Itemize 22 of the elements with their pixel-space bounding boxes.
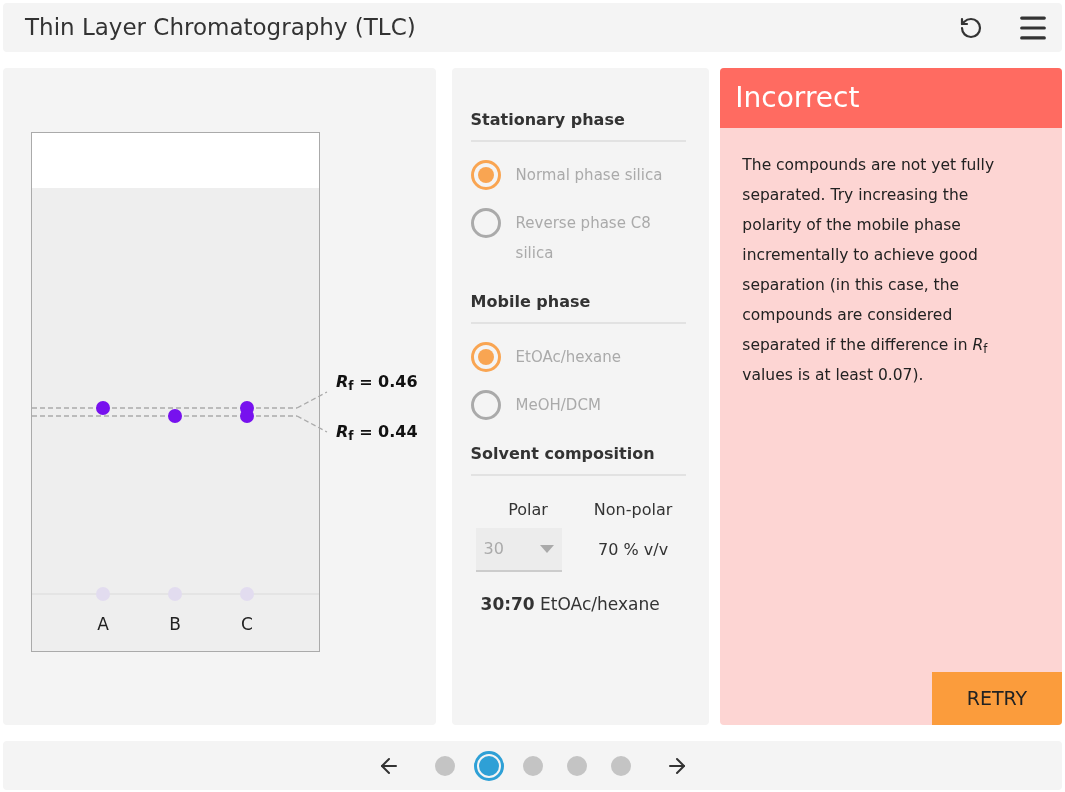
caret-icon — [539, 545, 554, 553]
retry-button[interactable]: RETRY — [932, 672, 1062, 725]
radio-label: Reverse phase C8 silica — [515, 213, 652, 264]
radio-label: EtOAc/hexane — [515, 347, 623, 368]
lane-label: A — [96, 613, 110, 636]
app-title: Thin Layer Chromatography (TLC) — [25, 13, 417, 43]
feedback-message: The compounds are not yet fully separated. Try increasing the polarity of the mobile phase incrementally to achieve good separation (in this case, the compounds are considered separated if the difference in R$_{f}$ values is at least 0.07). — [741, 155, 996, 386]
feedback-title: Incorrect — [735, 80, 860, 116]
reset-icon[interactable] — [959, 15, 983, 40]
rf-label: R$_{f}$ = 0.46 — [336, 371, 418, 394]
lane-label: C — [240, 613, 254, 636]
column-heading: Polar — [507, 499, 549, 521]
radio-label: Normal phase silica — [515, 165, 664, 186]
radio-label: MeOH/DCM — [515, 395, 602, 416]
composition-summary: 30:70 EtOAc/hexane — [480, 594, 660, 614]
section-heading: Solvent composition — [470, 444, 655, 463]
section-heading: Mobile phase — [470, 292, 591, 311]
column-heading: Non-polar — [592, 499, 674, 521]
lane-label: B — [168, 613, 182, 636]
section-heading: Stationary phase — [470, 110, 625, 129]
nonpolar-value: 70 % v/v — [597, 539, 670, 561]
rf-label: R$_{f}$ = 0.44 — [336, 421, 418, 444]
